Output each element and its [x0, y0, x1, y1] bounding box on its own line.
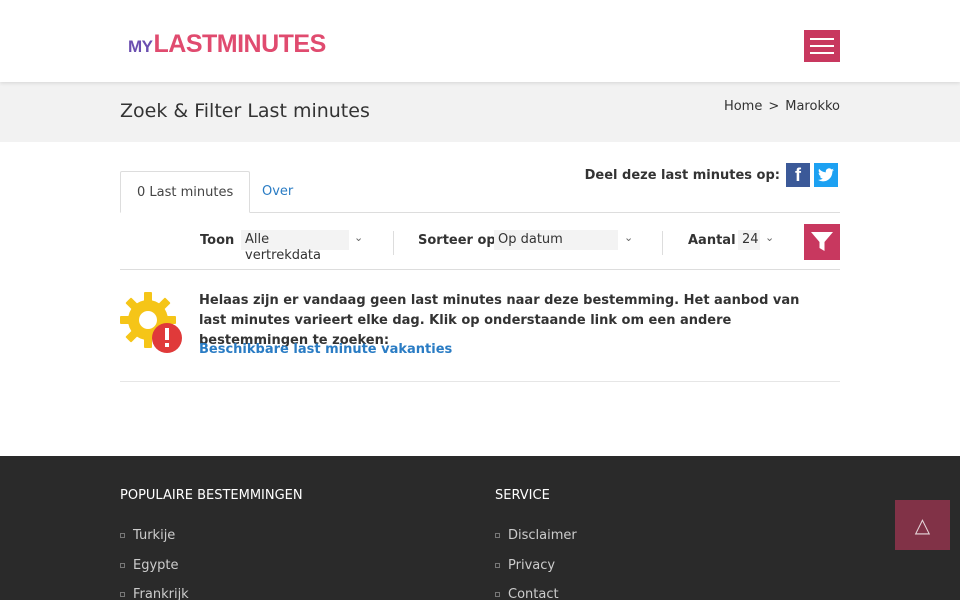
- arrow-up-icon: △: [914, 513, 931, 537]
- footer-link[interactable]: Turkije: [120, 528, 175, 543]
- footer-col-title-destinations: POPULAIRE BESTEMMINGEN: [120, 488, 303, 503]
- hamburger-icon: [810, 38, 834, 40]
- menu-button[interactable]: [804, 30, 840, 62]
- page-title: Zoek & Filter Last minutes: [120, 100, 370, 122]
- site-header: MY LASTMINUTES: [0, 0, 960, 82]
- show-label: Toon: [200, 233, 235, 248]
- divider: [393, 231, 394, 255]
- bullet-icon: [495, 592, 500, 597]
- sort-label: Sorteer op: [418, 233, 496, 248]
- chevron-down-icon: ⌄: [765, 231, 775, 244]
- available-vacations-link[interactable]: Beschikbare last minute vakanties: [199, 342, 452, 357]
- chevron-down-icon: ⌄: [624, 231, 634, 244]
- breadcrumb-home[interactable]: Home: [724, 99, 762, 114]
- bullet-icon: [120, 563, 125, 568]
- main-content: Deel deze last minutes op: f 0 Last minu…: [0, 142, 960, 456]
- footer-col-title-service: SERVICE: [495, 488, 550, 503]
- filter-bar: Toon Alle vertrekdata ⌄ Sorteer op Op da…: [120, 222, 840, 270]
- show-select[interactable]: Alle vertrekdata: [241, 230, 349, 263]
- tab-last-minutes[interactable]: 0 Last minutes: [120, 171, 251, 213]
- tab-over[interactable]: Over: [246, 171, 309, 213]
- footer-link[interactable]: Egypte: [120, 558, 179, 573]
- breadcrumb-separator: >: [768, 99, 780, 114]
- logo-my: MY: [128, 37, 153, 56]
- logo-brand: LASTMINUTES: [153, 30, 327, 58]
- site-footer: POPULAIRE BESTEMMINGEN Turkije Egypte Fr…: [0, 456, 960, 600]
- funnel-icon: [811, 232, 833, 251]
- result-tabs: 0 Last minutes Over: [120, 171, 840, 213]
- chevron-down-icon: ⌄: [354, 231, 364, 244]
- filter-button[interactable]: [804, 224, 840, 260]
- sort-select[interactable]: Op datum: [494, 230, 618, 250]
- site-logo[interactable]: MY LASTMINUTES: [128, 30, 326, 60]
- count-label: Aantal: [688, 233, 736, 248]
- footer-link[interactable]: Privacy: [495, 558, 555, 573]
- bullet-icon: [120, 592, 125, 597]
- bullet-icon: [495, 563, 500, 568]
- footer-link[interactable]: Frankrijk: [120, 587, 189, 600]
- footer-link[interactable]: Contact: [495, 587, 559, 600]
- breadcrumb-current: Marokko: [785, 99, 840, 114]
- footer-link[interactable]: Disclaimer: [495, 528, 577, 543]
- count-select[interactable]: 24: [738, 230, 760, 250]
- title-band: Zoek & Filter Last minutes Home > Marokk…: [0, 82, 960, 142]
- bullet-icon: [495, 533, 500, 538]
- bullet-icon: [120, 533, 125, 538]
- divider: [662, 231, 663, 255]
- back-to-top-button[interactable]: △: [895, 500, 950, 550]
- breadcrumb: Home > Marokko: [724, 99, 840, 114]
- empty-results-notice: Helaas zijn er vandaag geen last minutes…: [120, 280, 840, 382]
- gear-warning-icon: [120, 292, 182, 353]
